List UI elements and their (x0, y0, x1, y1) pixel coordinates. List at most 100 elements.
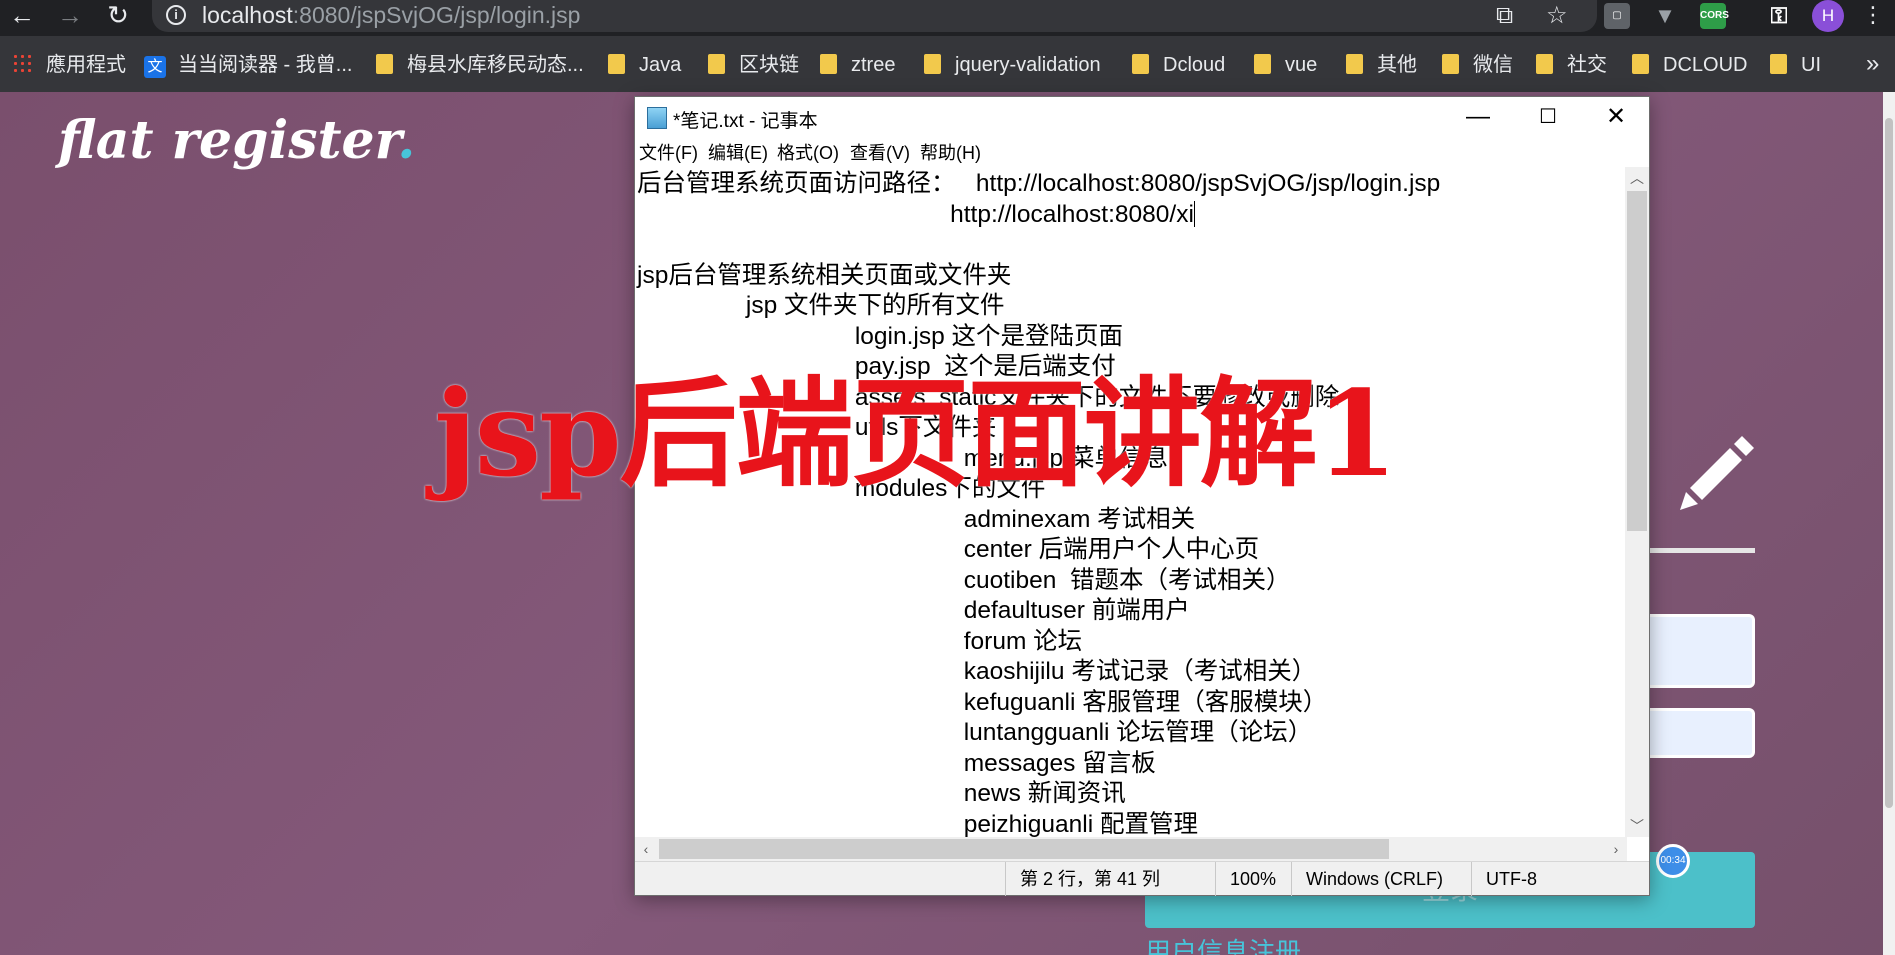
editor-line: 后台管理系统页面访问路径： http://localhost:8080/jspS… (637, 170, 1441, 197)
editor-line: jsp后台管理系统相关页面或文件夹 (637, 262, 1012, 289)
brand-logo: flat register. (58, 110, 415, 171)
text-caret (1193, 201, 1195, 227)
folder-icon (1442, 54, 1459, 74)
bookmark-folder[interactable]: Java (608, 52, 681, 78)
key-icon[interactable]: ⚿ (1766, 3, 1792, 29)
address-bar[interactable]: i localhost:8080/jspSvjOG/jsp/login.jsp … (152, 0, 1597, 32)
bookmark-folder[interactable]: vue (1254, 52, 1317, 78)
bookmark-label: Dcloud (1163, 54, 1226, 76)
bookmark-label: ztree (851, 54, 896, 76)
folder-icon (1536, 54, 1553, 74)
menu-view[interactable]: 查看(V) (850, 139, 910, 165)
editor-line: http://localhost:8080/xi (637, 200, 1195, 230)
back-arrow-icon[interactable]: ← (4, 0, 40, 32)
editor-line: adminexam 考试相关 (637, 506, 1196, 533)
apps-grid-icon (12, 53, 34, 75)
notepad-icon (647, 107, 667, 129)
bookmark-label: DCLOUD (1663, 54, 1748, 76)
bookmark-label: 梅县水库移民动态... (407, 54, 584, 76)
profile-avatar[interactable]: H (1812, 0, 1844, 32)
editor-line: center 后端用户个人中心页 (637, 536, 1260, 563)
browser-toolbar: ← → ↻ i localhost:8080/jspSvjOG/jsp/logi… (0, 0, 1895, 36)
brand-dot: . (397, 110, 416, 171)
menu-file[interactable]: 文件(F) (639, 139, 698, 165)
site-info-icon[interactable]: i (166, 5, 186, 25)
folder-icon (1346, 54, 1363, 74)
forward-arrow-icon[interactable]: → (52, 0, 88, 32)
password-input[interactable] (1650, 708, 1755, 758)
translate-icon[interactable]: ⧉ (1496, 3, 1513, 29)
vue-devtools-icon[interactable]: ▼ (1652, 3, 1678, 29)
dangdang-icon: 文 (144, 56, 166, 78)
bookmarks-overflow-icon[interactable]: » (1866, 50, 1879, 78)
cors-extension-icon[interactable]: CORS (1700, 3, 1729, 29)
scroll-down-icon[interactable]: ﹀ (1625, 815, 1649, 837)
bookmark-label: 微信 (1473, 54, 1513, 76)
bookmark-label: UI (1801, 54, 1821, 76)
close-icon[interactable]: ✕ (1581, 97, 1651, 137)
horizontal-scrollbar[interactable]: ‹ › (635, 837, 1627, 861)
register-link[interactable]: 用户信息注册 (1145, 932, 1301, 955)
page-scrollbar[interactable] (1883, 92, 1895, 955)
username-input[interactable] (1650, 614, 1755, 688)
horizontal-scroll-thumb[interactable] (659, 839, 1389, 859)
extension-icon[interactable]: ▢ (1604, 3, 1630, 29)
bookmark-label: 其他 (1377, 54, 1417, 76)
folder-icon (1254, 54, 1271, 74)
menu-edit[interactable]: 编辑(E) (708, 139, 768, 165)
folder-icon (1770, 54, 1787, 74)
editor-line: peizhiguanli 配置管理 (637, 811, 1198, 837)
editor-line: messages 留言板 (637, 750, 1156, 777)
more-menu-icon[interactable]: ⋮ (1862, 2, 1884, 28)
recording-timer-badge: 00:34 (1656, 844, 1690, 878)
url-text[interactable]: localhost:8080/jspSvjOG/jsp/login.jsp (202, 2, 580, 29)
editor-line-text: http://localhost:8080/xi (637, 201, 1194, 228)
form-divider (1650, 548, 1755, 553)
status-bar: 第 2 行，第 41 列 100% Windows (CRLF) UTF-8 (635, 861, 1649, 896)
bookmark-label: jquery-validation (955, 54, 1101, 76)
url-path: :8080/jspSvjOG/jsp/login.jsp (292, 2, 581, 28)
bookmark-label: 区块链 (739, 54, 799, 76)
editor-line: luntangguanli 论坛管理（论坛） (637, 719, 1313, 746)
scroll-right-icon[interactable]: › (1605, 837, 1627, 861)
vertical-scroll-thumb[interactable] (1627, 191, 1647, 531)
bookmark-label: vue (1285, 54, 1318, 76)
scroll-left-icon[interactable]: ‹ (635, 837, 657, 861)
editor-line: kaoshijilu 考试记录（考试相关） (637, 658, 1317, 685)
bookmark-folder[interactable]: Dcloud (1132, 52, 1225, 78)
bookmark-folder[interactable]: 区块链 (708, 52, 799, 78)
bookmark-folder[interactable]: ztree (820, 52, 895, 78)
bookmark-label: 應用程式 (46, 54, 126, 76)
bookmark-folder[interactable]: 社交 (1536, 52, 1607, 78)
scroll-up-icon[interactable]: ︿ (1625, 167, 1649, 189)
maximize-icon[interactable]: ☐ (1513, 97, 1583, 137)
editor-line: kefuguanli 客服管理（客服模块） (637, 689, 1328, 716)
bookmark-folder[interactable]: 梅县水库移民动态... (376, 52, 584, 78)
bookmark-dangdang[interactable]: 文当当阅读器 - 我曾... (144, 52, 352, 78)
vertical-scrollbar[interactable]: ︿ ﹀ (1625, 167, 1649, 837)
menu-format[interactable]: 格式(O) (777, 139, 839, 165)
bookmark-folder[interactable]: 其他 (1346, 52, 1417, 78)
bookmark-folder[interactable]: UI (1770, 52, 1821, 78)
bookmarks-bar: 應用程式 文当当阅读器 - 我曾... 梅县水库移民动态... Java 区块链… (0, 36, 1895, 92)
notepad-titlebar[interactable]: *笔记.txt - 记事本 — ☐ ✕ (635, 97, 1649, 137)
bookmark-star-icon[interactable]: ☆ (1546, 3, 1568, 29)
reload-icon[interactable]: ↻ (100, 0, 136, 32)
notepad-menubar: 文件(F) 编辑(E) 格式(O) 查看(V) 帮助(H) (635, 139, 1649, 165)
minimize-icon[interactable]: — (1443, 97, 1513, 137)
zoom-level: 100% (1215, 862, 1291, 896)
menu-help[interactable]: 帮助(H) (920, 139, 981, 165)
bookmark-label: Java (639, 54, 682, 76)
bookmark-label: 社交 (1567, 54, 1607, 76)
bookmark-folder[interactable]: 微信 (1442, 52, 1513, 78)
url-host: localhost (202, 2, 293, 28)
page-scrollbar-thumb[interactable] (1885, 118, 1893, 808)
bookmark-folder[interactable]: DCLOUD (1632, 52, 1747, 78)
bookmark-apps[interactable]: 應用程式 (12, 52, 126, 78)
brand-text: flat register (58, 110, 398, 171)
editor-line: defaultuser 前端用户 (637, 597, 1190, 624)
folder-icon (376, 54, 393, 74)
folder-icon (1132, 54, 1149, 74)
bookmark-folder[interactable]: jquery-validation (924, 52, 1101, 78)
bookmark-label: 当当阅读器 - 我曾... (178, 54, 353, 76)
